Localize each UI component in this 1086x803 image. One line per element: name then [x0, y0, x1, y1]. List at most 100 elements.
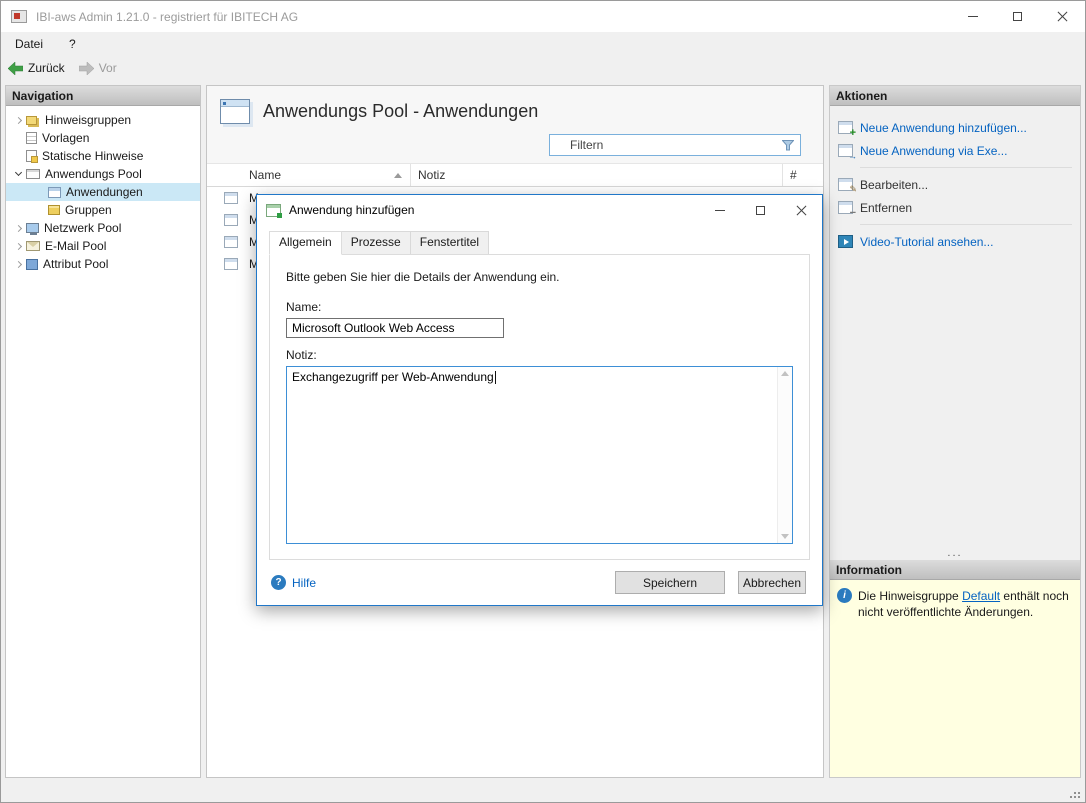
statusbar: [1, 782, 1085, 802]
action-video-tutorial[interactable]: Video-Tutorial ansehen...: [838, 230, 1072, 253]
splitter-handle[interactable]: ...: [830, 546, 1080, 560]
dialog-minimize-button[interactable]: [699, 195, 740, 225]
nav-item-vorlagen[interactable]: Vorlagen: [6, 129, 200, 147]
text-caret: [495, 371, 496, 384]
minimize-icon: [715, 210, 725, 211]
menu-datei[interactable]: Datei: [15, 37, 43, 51]
default-group-link[interactable]: Default: [962, 589, 1000, 603]
minimize-button[interactable]: [950, 1, 995, 32]
notiz-text: Exchangezugriff per Web-Anwendung: [292, 370, 494, 384]
expander[interactable]: [10, 226, 26, 231]
expander[interactable]: [10, 262, 26, 267]
abbrechen-button[interactable]: Abbrechen: [738, 571, 806, 594]
sort-ascending-icon: [394, 173, 402, 178]
chevron-down-icon: [14, 169, 21, 176]
templates-icon: [26, 132, 37, 144]
separator: [860, 224, 1072, 225]
column-header-count[interactable]: #: [783, 164, 823, 186]
navigation-panel: Navigation Hinweisgruppen Vorlagen Stati…: [5, 85, 201, 778]
actions-header: Aktionen: [830, 86, 1080, 106]
add-application-icon: [838, 121, 853, 134]
hint-groups-icon: [26, 116, 37, 125]
speichern-button[interactable]: Speichern: [615, 571, 725, 594]
help-label: Hilfe: [292, 576, 316, 590]
nav-item-email-pool[interactable]: E-Mail Pool: [6, 237, 200, 255]
forward-button[interactable]: Vor: [79, 61, 117, 75]
application-icon: [224, 192, 238, 204]
nav-item-statische-hinweise[interactable]: Statische Hinweise: [6, 147, 200, 165]
back-button[interactable]: Zurück: [8, 61, 65, 75]
forward-label: Vor: [99, 61, 117, 75]
dialog-title: Anwendung hinzufügen: [289, 203, 414, 217]
dialog-maximize-button[interactable]: [740, 195, 781, 225]
nav-label: Vorlagen: [42, 131, 89, 145]
name-label: Name:: [286, 300, 793, 314]
nav-label: Netzwerk Pool: [44, 221, 121, 235]
actions-panel: Aktionen Neue Anwendung hinzufügen... Ne…: [829, 85, 1081, 778]
groups-icon: [48, 205, 60, 215]
dialog-close-button[interactable]: [781, 195, 822, 225]
expander[interactable]: [10, 173, 26, 175]
nav-label: Anwendungs Pool: [45, 167, 142, 181]
action-entfernen[interactable]: Entfernen: [838, 196, 1072, 219]
resize-grip[interactable]: [1069, 791, 1081, 799]
nav-item-hinweisgruppen[interactable]: Hinweisgruppen: [6, 111, 200, 129]
filter-input[interactable]: [549, 134, 801, 156]
tab-allgemein[interactable]: Allgemein: [269, 231, 342, 255]
maximize-icon: [756, 206, 765, 215]
filter-row: [207, 130, 823, 163]
nav-item-gruppen[interactable]: Gruppen: [6, 201, 200, 219]
back-arrow-icon: [8, 62, 23, 75]
dialog-body: Bitte geben Sie hier die Details der Anw…: [257, 254, 822, 605]
maximize-icon: [1013, 12, 1022, 21]
nav-label: Statische Hinweise: [42, 149, 143, 163]
dialog-intro-text: Bitte geben Sie hier die Details der Anw…: [286, 270, 793, 284]
information-box: i Die Hinweisgruppe Default enthält noch…: [830, 580, 1080, 777]
menubar: Datei ?: [1, 32, 1085, 55]
add-via-exe-icon: [838, 144, 853, 157]
menu-help[interactable]: ?: [69, 37, 76, 51]
name-input[interactable]: [286, 318, 504, 338]
notiz-textarea[interactable]: Exchangezugriff per Web-Anwendung: [286, 366, 793, 544]
help-link[interactable]: ? Hilfe: [271, 575, 316, 590]
nav-item-anwendungs-pool[interactable]: Anwendungs Pool: [6, 165, 200, 183]
info-icon: i: [837, 588, 852, 603]
action-neue-anwendung-via-exe[interactable]: Neue Anwendung via Exe...: [838, 139, 1072, 162]
action-neue-anwendung-hinzufuegen[interactable]: Neue Anwendung hinzufügen...: [838, 116, 1072, 139]
navigation-header: Navigation: [6, 86, 200, 106]
tab-prozesse[interactable]: Prozesse: [342, 231, 411, 254]
tab-page-allgemein: Bitte geben Sie hier die Details der Anw…: [269, 254, 810, 560]
chevron-right-icon: [14, 224, 21, 231]
tab-fenstertitel[interactable]: Fenstertitel: [411, 231, 489, 254]
applications-page-icon: [220, 99, 250, 124]
nav-label: Gruppen: [65, 203, 112, 217]
filter-icon[interactable]: [782, 140, 794, 151]
main-area: Navigation Hinweisgruppen Vorlagen Stati…: [1, 81, 1085, 782]
notiz-scrollbar[interactable]: [777, 367, 792, 543]
nav-label: Attribut Pool: [43, 257, 108, 271]
nav-item-attribut-pool[interactable]: Attribut Pool: [6, 255, 200, 273]
expander[interactable]: [10, 118, 26, 123]
column-header-notiz[interactable]: Notiz: [411, 164, 783, 186]
dialog-window-controls: [699, 195, 822, 225]
scroll-up-icon[interactable]: [781, 371, 789, 376]
nav-item-netzwerk-pool[interactable]: Netzwerk Pool: [6, 219, 200, 237]
window-controls: [950, 1, 1085, 32]
dialog-footer: ? Hilfe Speichern Abbrechen: [269, 560, 810, 605]
column-header-name[interactable]: Name: [249, 164, 411, 186]
action-bearbeiten[interactable]: Bearbeiten...: [838, 173, 1072, 196]
maximize-button[interactable]: [995, 1, 1040, 32]
nav-item-anwendungen[interactable]: Anwendungen: [6, 183, 200, 201]
chevron-right-icon: [14, 242, 21, 249]
window-title: IBI-aws Admin 1.21.0 - registriert für I…: [36, 10, 298, 24]
titlebar: IBI-aws Admin 1.21.0 - registriert für I…: [1, 1, 1085, 32]
close-button[interactable]: [1040, 1, 1085, 32]
dialog-tabs: Allgemein Prozesse Fenstertitel: [269, 231, 810, 254]
scroll-down-icon[interactable]: [781, 534, 789, 539]
navigation-tree: Hinweisgruppen Vorlagen Statische Hinwei…: [6, 106, 200, 273]
expander[interactable]: [10, 244, 26, 249]
nav-label: Anwendungen: [66, 185, 143, 199]
network-pool-icon: [26, 223, 39, 233]
application-icon: [224, 236, 238, 248]
minimize-icon: [968, 16, 978, 17]
